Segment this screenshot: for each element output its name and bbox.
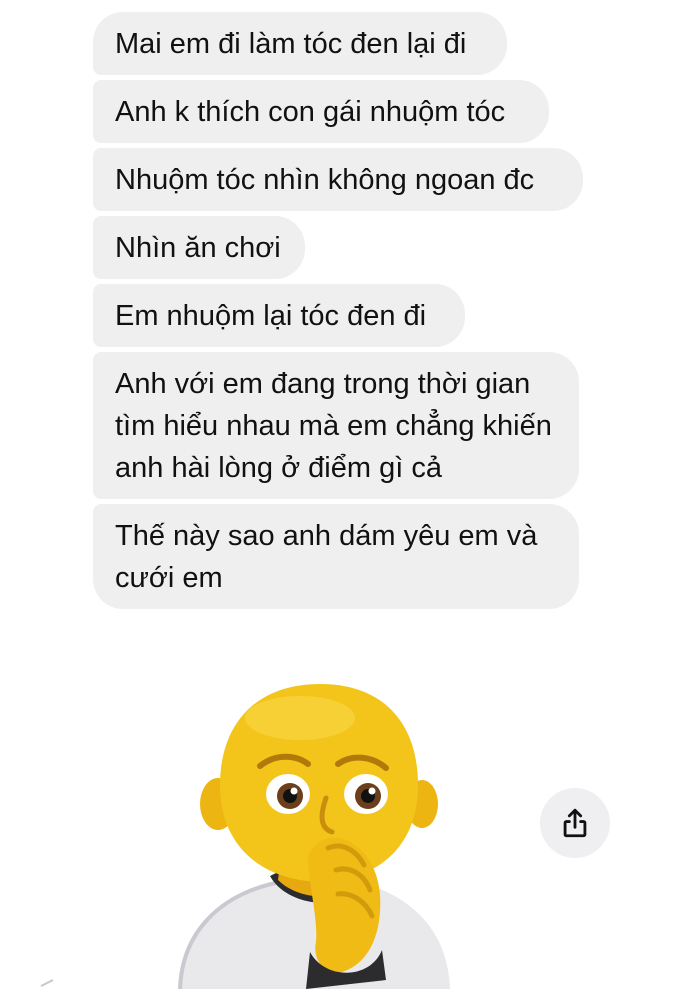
memoji-sticker[interactable] bbox=[160, 680, 460, 990]
share-button[interactable] bbox=[540, 788, 610, 858]
message-bubble[interactable]: Mai em đi làm tóc đen lại đi bbox=[93, 12, 507, 75]
message-bubble[interactable]: Thế này sao anh dám yêu em và cưới em bbox=[93, 504, 579, 609]
message-bubble[interactable]: Nhìn ăn chơi bbox=[93, 216, 305, 279]
message-bubble[interactable]: Em nhuộm lại tóc đen đi bbox=[93, 284, 465, 347]
corner-divider-icon bbox=[40, 979, 54, 987]
message-bubble[interactable]: Nhuộm tóc nhìn không ngoan đc bbox=[93, 148, 583, 211]
share-icon bbox=[563, 808, 587, 838]
message-bubble[interactable]: Anh với em đang trong thời gian tìm hiểu… bbox=[93, 352, 579, 499]
worried-nail-biting-memoji-icon bbox=[178, 684, 450, 990]
message-bubble[interactable]: Anh k thích con gái nhuộm tóc bbox=[93, 80, 549, 143]
message-thread: Mai em đi làm tóc đen lại đi Anh k thích… bbox=[93, 12, 613, 614]
